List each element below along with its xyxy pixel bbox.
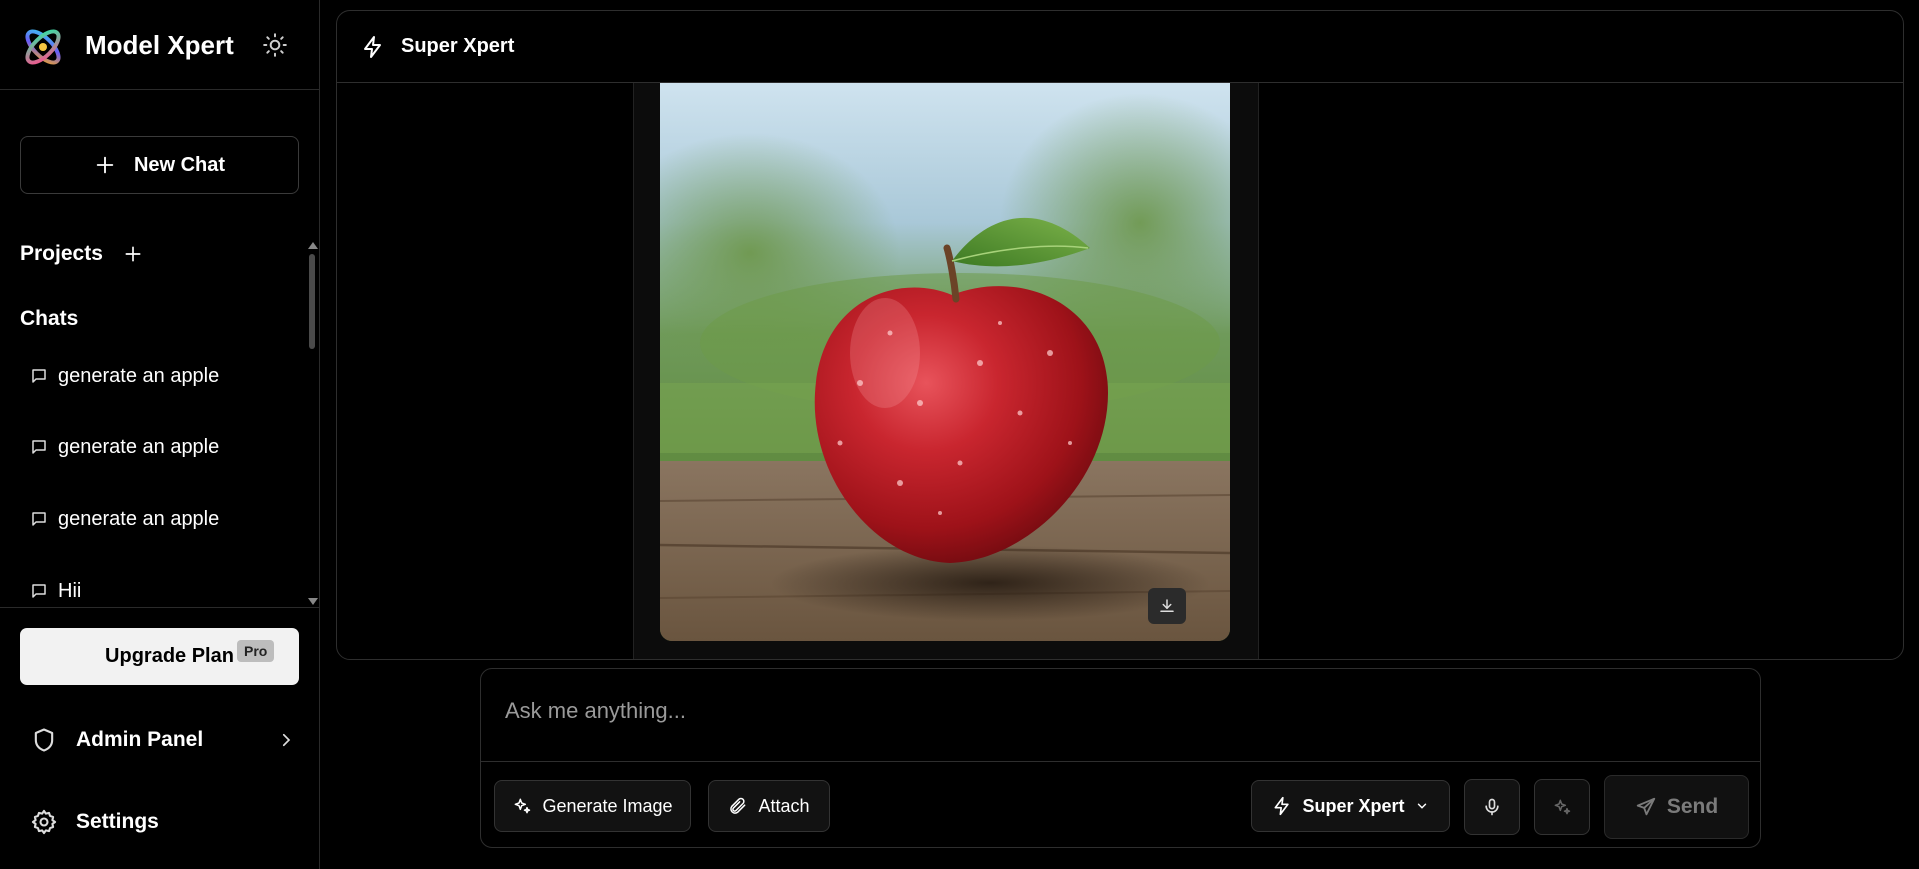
chat-list: generate an apple generate an apple gene…: [0, 340, 305, 605]
sparkles-icon: [1554, 799, 1571, 815]
scroll-down-arrow[interactable]: [308, 598, 318, 605]
model-xpert-logo: [20, 24, 66, 70]
message-square-icon: [32, 369, 46, 383]
chat-item-label: generate an apple: [58, 507, 220, 530]
send-icon: [1636, 797, 1655, 816]
chat-item[interactable]: generate an apple: [30, 427, 219, 467]
download-image-button[interactable]: [1148, 588, 1186, 624]
sidebar-divider: [0, 607, 319, 608]
assistant-image-message: [633, 83, 1259, 659]
message-input[interactable]: [505, 691, 1735, 731]
add-project-button[interactable]: [121, 242, 145, 266]
generate-image-button[interactable]: Generate Image: [494, 780, 691, 832]
microphone-icon: [1485, 798, 1499, 816]
upgrade-plan-button[interactable]: Upgrade Plan Pro: [20, 628, 299, 685]
message-square-icon: [32, 584, 46, 598]
sidebar: Model Xpert New Chat Projects Chats gene…: [0, 0, 320, 869]
chat-header-title: Super Xpert: [401, 35, 515, 57]
chat-item-label: generate an apple: [58, 435, 220, 458]
settings-label: Settings: [76, 810, 159, 833]
chat-item[interactable]: generate an apple: [30, 499, 219, 539]
admin-panel-label: Admin Panel: [76, 728, 204, 751]
message-composer: Generate Image Attach Super Xpert: [480, 668, 1761, 848]
attach-button[interactable]: Attach: [708, 780, 830, 832]
plus-icon: [96, 156, 114, 174]
app-title: Model Xpert: [85, 30, 234, 60]
new-chat-button[interactable]: New Chat: [20, 136, 299, 194]
projects-section: Projects: [20, 242, 145, 266]
message-square-icon: [32, 512, 46, 526]
pro-badge: Pro: [237, 640, 275, 662]
microphone-button[interactable]: [1464, 779, 1520, 835]
chevron-right-icon: [282, 733, 291, 747]
chat-header: Super Xpert: [337, 11, 1903, 83]
send-button[interactable]: Send: [1604, 775, 1749, 839]
settings-item[interactable]: Settings: [30, 802, 295, 842]
new-chat-label: New Chat: [133, 153, 226, 176]
scroll-up-arrow[interactable]: [308, 242, 318, 249]
brand-header: Model Xpert: [0, 0, 319, 90]
chevron-down-icon: [1417, 803, 1426, 809]
generated-apple-image[interactable]: [660, 83, 1230, 641]
model-selector[interactable]: Super Xpert: [1251, 780, 1450, 832]
chats-heading: Chats: [20, 307, 79, 330]
app-root: Model Xpert New Chat Projects Chats gene…: [0, 0, 1919, 869]
model-selector-label: Super Xpert: [1302, 795, 1405, 816]
attach-label: Attach: [758, 795, 810, 816]
projects-label: Projects: [20, 242, 103, 265]
scroll-thumb[interactable]: [309, 254, 315, 349]
chat-item[interactable]: generate an apple: [30, 356, 219, 396]
sun-icon: [263, 33, 287, 57]
lightning-icon: [1274, 796, 1290, 816]
message-square-icon: [32, 440, 46, 454]
chat-panel: Super Xpert: [336, 10, 1904, 660]
download-icon: [1160, 599, 1174, 612]
chat-item[interactable]: Hii: [30, 571, 81, 605]
enhance-prompt-button[interactable]: [1534, 779, 1590, 835]
send-label: Send: [1666, 795, 1719, 818]
lightning-icon: [364, 35, 381, 58]
chat-item-label: Hii: [58, 579, 82, 602]
upgrade-plan-label: Upgrade Plan: [105, 645, 234, 667]
paperclip-icon: [730, 797, 746, 814]
chat-item-label: generate an apple: [58, 364, 220, 387]
admin-panel-item[interactable]: Admin Panel: [30, 720, 295, 760]
shield-icon: [34, 728, 54, 752]
sparkles-icon: [515, 798, 531, 814]
chat-list-scrollbar[interactable]: [306, 242, 318, 607]
generate-image-label: Generate Image: [542, 795, 673, 816]
composer-divider: [481, 761, 1760, 762]
theme-toggle-button[interactable]: [260, 30, 290, 60]
plus-icon: [125, 246, 141, 262]
gear-icon: [31, 809, 57, 835]
